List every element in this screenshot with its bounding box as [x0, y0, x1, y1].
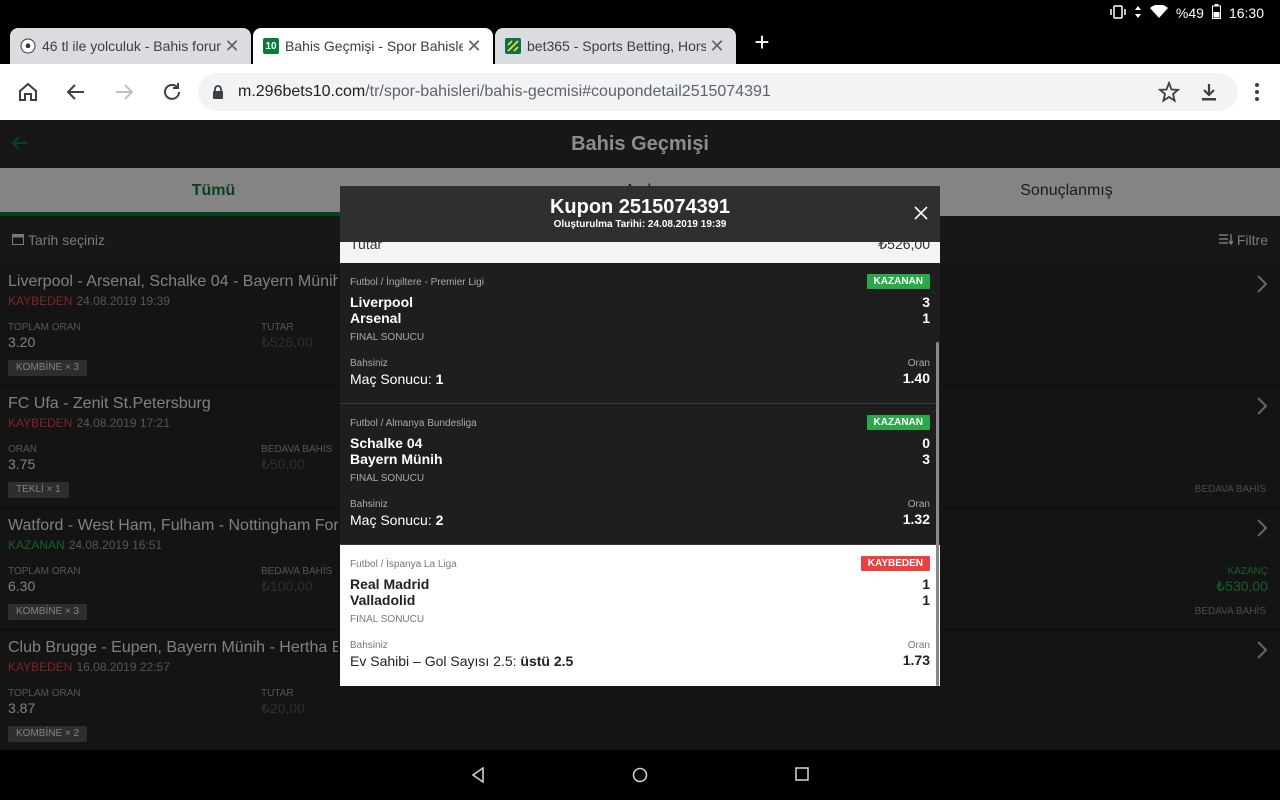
- modal-body: Tutar ₺526,00 Futbol / İngiltere - Premi…: [340, 242, 940, 686]
- browser-tab[interactable]: bet365 - Sports Betting, Horse ✕: [495, 28, 736, 64]
- modal-subtitle: Oluşturulma Tarihi: 24.08.2019 19:39: [553, 219, 727, 230]
- total-label: Tutar: [350, 242, 383, 252]
- home-score: 3: [922, 294, 930, 310]
- home-team: Real Madrid: [350, 576, 430, 592]
- modal-header: Kupon 2515074391 Oluşturulma Tarihi: 24.…: [340, 186, 940, 242]
- pick-value: 2: [435, 512, 444, 528]
- battery-icon: [1211, 4, 1221, 22]
- close-icon[interactable]: ✕: [221, 36, 243, 57]
- home-team: Liverpool: [350, 294, 414, 310]
- browser-toolbar: m.296bets10.com/tr/spor-bahisleri/bahis-…: [0, 64, 1280, 120]
- nav-back-icon[interactable]: [471, 766, 485, 788]
- bet-selection: Futbol / İngiltere - Premier Ligi KAZANA…: [340, 263, 940, 404]
- market-name: Maç Sonucu:: [350, 371, 432, 387]
- reload-icon[interactable]: [158, 78, 186, 106]
- odds-label: Oran: [907, 499, 930, 510]
- data-arrows-icon: [1134, 5, 1142, 22]
- home-score: 0: [922, 435, 930, 451]
- odds-value: 1.40: [902, 370, 930, 386]
- modal-scrollbar[interactable]: [936, 342, 939, 686]
- site-favicon: 10: [263, 38, 279, 54]
- browser-tab-active[interactable]: 10 Bahis Geçmişi - Spor Bahisleri ✕: [253, 28, 493, 64]
- close-icon[interactable]: ✕: [706, 36, 728, 57]
- tab-title: Bahis Geçmişi - Spor Bahisleri: [285, 38, 463, 54]
- url-path: /tr/spor-bahisleri/bahis-gecmisi#coupond…: [365, 83, 771, 100]
- vibrate-icon: [1110, 4, 1126, 22]
- screen: %49 16:30 46 tl ile yolculuk - Bahis for…: [0, 0, 1280, 800]
- new-tab-button[interactable]: +: [750, 29, 774, 55]
- final-result-label: FINAL SONUCU: [350, 332, 425, 343]
- tab-strip: 46 tl ile yolculuk - Bahis forum ✕ 10 Ba…: [0, 25, 1280, 64]
- your-bet-label: Bahsiniz: [350, 640, 388, 651]
- selection: Maç Sonucu: 1: [350, 371, 443, 387]
- address-bar[interactable]: m.296bets10.com/tr/spor-bahisleri/bahis-…: [198, 73, 1238, 111]
- final-result-label: FINAL SONUCU: [350, 614, 425, 625]
- bet-selection: Futbol / İspanya La Liga KAYBEDEN Real M…: [340, 545, 940, 686]
- more-menu-icon[interactable]: [1243, 78, 1271, 106]
- home-score: 1: [922, 576, 930, 592]
- system-nav-bar: [0, 750, 1280, 800]
- home-icon[interactable]: [14, 78, 42, 106]
- lock-icon: [212, 85, 224, 104]
- download-icon[interactable]: [1195, 78, 1223, 106]
- total-row: Tutar ₺526,00: [340, 242, 940, 263]
- url-host: m.296bets10.com: [238, 83, 366, 100]
- battery-percent: %49: [1175, 5, 1204, 21]
- pick-value: 1: [435, 371, 444, 387]
- away-team: Bayern Münih: [350, 451, 443, 467]
- tab-title: bet365 - Sports Betting, Horse: [527, 38, 706, 54]
- home-team: Schalke 04: [350, 435, 423, 451]
- selection: Maç Sonucu: 2: [350, 512, 443, 528]
- forward-icon[interactable]: [110, 78, 138, 106]
- league-label: Futbol / İngiltere - Premier Ligi: [350, 277, 484, 288]
- away-score: 3: [922, 451, 930, 467]
- status-badge: KAZANAN: [866, 415, 930, 430]
- wifi-icon: [1149, 3, 1168, 22]
- odds-label: Oran: [907, 640, 930, 651]
- web-page: Bahis Geçmişi Tümü Açık Sonuçlanmış Tari…: [0, 120, 1280, 750]
- away-team: Arsenal: [350, 310, 402, 326]
- selection: Ev Sahibi – Gol Sayısı 2.5: üstü 2.5: [350, 653, 573, 669]
- bet-selection: Futbol / Almanya Bundesliga KAZANAN Scha…: [340, 404, 940, 545]
- nav-home-icon[interactable]: [632, 767, 648, 788]
- your-bet-label: Bahsiniz: [350, 358, 388, 369]
- clock: 16:30: [1228, 5, 1264, 21]
- soccer-ball-icon: [20, 38, 36, 54]
- final-result-label: FINAL SONUCU: [350, 473, 425, 484]
- bet365-icon: [505, 38, 521, 54]
- away-score: 1: [922, 592, 930, 608]
- away-score: 1: [922, 310, 930, 326]
- league-label: Futbol / İspanya La Liga: [350, 559, 457, 570]
- total-value: ₺526,00: [878, 242, 930, 252]
- tab-title: 46 tl ile yolculuk - Bahis forum: [42, 38, 221, 54]
- odds-value: 1.32: [902, 511, 930, 527]
- odds-value: 1.73: [902, 652, 930, 668]
- nav-recents-icon[interactable]: [795, 767, 809, 786]
- close-icon[interactable]: ✕: [463, 36, 485, 57]
- market-name: Maç Sonucu:: [350, 512, 432, 528]
- coupon-detail-modal: Kupon 2515074391 Oluşturulma Tarihi: 24.…: [340, 186, 940, 686]
- pick-value: üstü 2.5: [520, 653, 574, 669]
- your-bet-label: Bahsiniz: [350, 499, 388, 510]
- market-name: Ev Sahibi – Gol Sayısı 2.5:: [350, 653, 517, 669]
- modal-title: Kupon 2515074391: [549, 196, 731, 218]
- odds-label: Oran: [907, 358, 930, 369]
- league-label: Futbol / Almanya Bundesliga: [350, 418, 477, 429]
- url-text: m.296bets10.com/tr/spor-bahisleri/bahis-…: [238, 83, 771, 101]
- browser-tab[interactable]: 46 tl ile yolculuk - Bahis forum ✕: [10, 28, 251, 64]
- away-team: Valladolid: [350, 592, 416, 608]
- status-badge: KAYBEDEN: [860, 556, 930, 571]
- status-badge: KAZANAN: [866, 274, 930, 289]
- close-icon[interactable]: [914, 206, 928, 225]
- back-icon[interactable]: [62, 78, 90, 106]
- bookmark-star-icon[interactable]: [1155, 78, 1183, 106]
- status-bar: %49 16:30: [0, 0, 1280, 25]
